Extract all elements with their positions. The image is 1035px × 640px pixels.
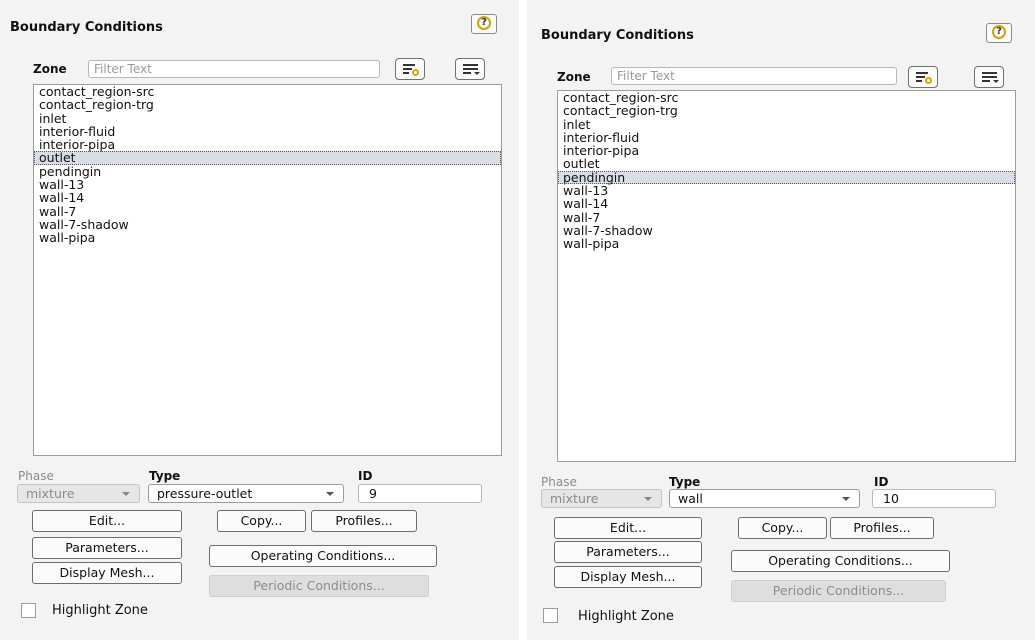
zone-list-item[interactable]: wall-pipa [34, 231, 501, 244]
filter-zones-button[interactable] [908, 66, 938, 88]
operating-conditions-button[interactable]: Operating Conditions... [209, 545, 437, 567]
boundary-conditions-panel-right: Boundary Conditions ? Zone Filter Text c… [527, 0, 1035, 640]
zone-filter-input[interactable]: Filter Text [88, 60, 380, 78]
zone-list-item[interactable]: contact_region-src [558, 91, 1015, 104]
panel-divider [519, 0, 527, 640]
type-label: Type [149, 469, 181, 483]
zone-list-item[interactable]: interior-fluid [34, 125, 501, 138]
copy-button[interactable]: Copy... [217, 510, 306, 532]
type-label: Type [669, 475, 701, 489]
parameters-button[interactable]: Parameters... [554, 541, 702, 563]
highlight-zone-checkbox[interactable] [21, 603, 36, 618]
zone-list-item[interactable]: outlet [34, 151, 501, 165]
zone-filter-input[interactable]: Filter Text [611, 67, 897, 85]
filter-zones-button[interactable] [395, 58, 425, 80]
display-mesh-button[interactable]: Display Mesh... [32, 562, 182, 584]
id-field[interactable]: 9 [358, 484, 482, 503]
highlight-zone-checkbox[interactable] [543, 608, 558, 623]
periodic-conditions-button[interactable]: Periodic Conditions... [731, 580, 946, 602]
help-button[interactable]: ? [986, 23, 1012, 43]
profiles-button[interactable]: Profiles... [830, 517, 934, 539]
chevron-down-icon [644, 497, 652, 501]
copy-button[interactable]: Copy... [738, 517, 827, 539]
phase-value: mixture [550, 491, 599, 506]
highlight-zone-label: Highlight Zone [578, 609, 674, 624]
list-options-button[interactable] [974, 66, 1004, 88]
phase-dropdown[interactable]: mixture [541, 489, 662, 508]
zone-label: Zone [557, 70, 591, 84]
zone-list-item[interactable]: contact_region-src [34, 85, 501, 98]
zone-label: Zone [33, 62, 67, 76]
zone-list[interactable]: contact_region-src contact_region-trg inle… [33, 84, 502, 456]
chevron-down-icon [842, 497, 850, 501]
dropdown-arrow-icon [474, 72, 480, 75]
zone-list-item[interactable]: wall-13 [558, 184, 1015, 197]
dropdown-arrow-icon [993, 80, 999, 83]
parameters-button[interactable]: Parameters... [32, 537, 182, 559]
panel-title: Boundary Conditions [541, 28, 694, 43]
filter-icon [925, 77, 932, 84]
zone-list-item[interactable]: wall-13 [34, 178, 501, 191]
id-label: ID [874, 475, 889, 489]
zone-list-item[interactable]: wall-14 [558, 197, 1015, 210]
zone-list-item[interactable]: interior-fluid [558, 131, 1015, 144]
boundary-conditions-panel-left: Boundary Conditions ? Zone Filter Text c… [0, 0, 519, 640]
chevron-down-icon [122, 492, 130, 496]
zone-list-item[interactable]: interior-pipa [558, 144, 1015, 157]
phase-dropdown[interactable]: mixture [17, 484, 140, 503]
type-value: pressure-outlet [157, 486, 253, 501]
zone-list-item[interactable]: contact_region-trg [558, 104, 1015, 117]
edit-button[interactable]: Edit... [554, 517, 702, 539]
chevron-down-icon [326, 492, 334, 496]
list-options-button[interactable] [455, 58, 485, 80]
zone-list-item[interactable]: outlet [558, 157, 1015, 170]
zone-list-item[interactable]: wall-7-shadow [558, 224, 1015, 237]
zone-list-item[interactable]: pendingin [558, 171, 1015, 185]
zone-list-item[interactable]: wall-14 [34, 191, 501, 204]
phase-label: Phase [541, 475, 577, 489]
zone-list-item[interactable]: wall-7-shadow [34, 218, 501, 231]
zone-list[interactable]: contact_region-src contact_region-trg inle… [557, 90, 1016, 462]
zone-list-item[interactable]: wall-7 [558, 211, 1015, 224]
zone-list-item[interactable]: wall-7 [34, 205, 501, 218]
phase-value: mixture [26, 486, 75, 501]
zone-list-item[interactable]: wall-pipa [558, 237, 1015, 250]
zone-list-item[interactable]: contact_region-trg [34, 98, 501, 111]
filter-icon [412, 69, 419, 76]
id-label: ID [358, 469, 373, 483]
highlight-zone-label: Highlight Zone [52, 603, 148, 618]
periodic-conditions-button[interactable]: Periodic Conditions... [209, 575, 429, 597]
help-icon: ? [477, 16, 491, 30]
type-dropdown[interactable]: wall [669, 489, 860, 508]
profiles-button[interactable]: Profiles... [311, 510, 417, 532]
zone-list-item[interactable]: inlet [558, 117, 1015, 131]
zone-list-item[interactable]: pendingin [34, 165, 501, 178]
help-button[interactable]: ? [471, 14, 497, 34]
phase-label: Phase [18, 469, 54, 483]
type-dropdown[interactable]: pressure-outlet [148, 484, 344, 503]
panel-title: Boundary Conditions [10, 20, 163, 35]
id-field[interactable]: 10 [872, 489, 996, 508]
help-icon: ? [992, 25, 1006, 39]
edit-button[interactable]: Edit... [32, 510, 182, 532]
operating-conditions-button[interactable]: Operating Conditions... [731, 550, 950, 572]
type-value: wall [678, 491, 703, 506]
zone-list-item[interactable]: inlet [34, 111, 501, 125]
display-mesh-button[interactable]: Display Mesh... [554, 566, 702, 588]
zone-list-item[interactable]: interior-pipa [34, 138, 501, 151]
